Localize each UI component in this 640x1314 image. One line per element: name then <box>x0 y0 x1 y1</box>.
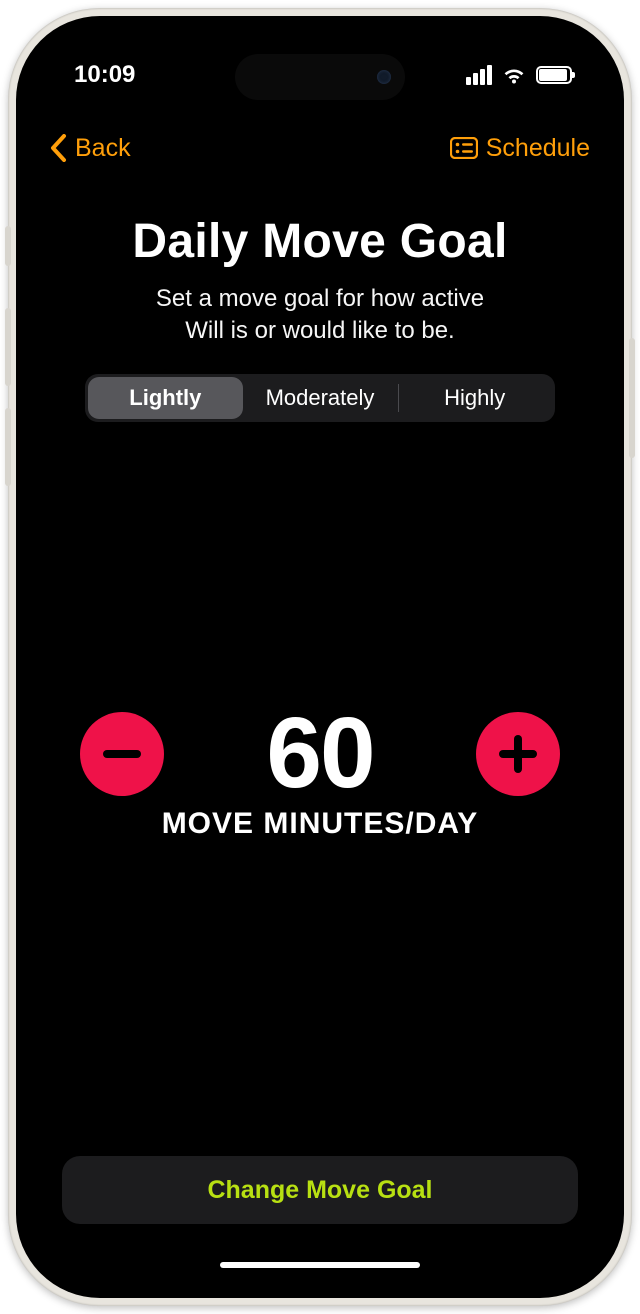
power-button <box>629 338 635 458</box>
change-move-goal-button[interactable]: Change Move Goal <box>62 1156 578 1224</box>
screen: 10:09 Back <box>32 32 608 1282</box>
side-button <box>5 226 11 266</box>
segment-highly[interactable]: Highly <box>397 377 552 419</box>
schedule-icon <box>450 137 478 159</box>
status-time: 10:09 <box>74 61 135 89</box>
plus-icon <box>499 735 537 773</box>
nav-bar: Back Schedule <box>32 122 608 174</box>
cta-label: Change Move Goal <box>207 1176 432 1205</box>
status-indicators <box>466 65 572 85</box>
schedule-button[interactable]: Schedule <box>450 134 590 163</box>
cellular-icon <box>466 65 492 85</box>
volume-up-button <box>5 308 11 386</box>
segment-moderately[interactable]: Moderately <box>243 377 398 419</box>
page-subtitle: Set a move goal for how active Will is o… <box>62 283 578 348</box>
bezel: 10:09 Back <box>16 16 624 1298</box>
battery-icon <box>536 66 572 84</box>
increase-button[interactable] <box>476 712 560 796</box>
home-indicator[interactable] <box>220 1262 420 1268</box>
schedule-label: Schedule <box>486 134 590 163</box>
activity-segmented-control[interactable]: Lightly Moderately Highly <box>85 374 555 422</box>
dynamic-island <box>235 54 405 100</box>
decrease-button[interactable] <box>80 712 164 796</box>
volume-down-button <box>5 408 11 486</box>
goal-value: 60 <box>266 696 373 811</box>
goal-unit: MOVE MINUTES/DAY <box>162 807 479 841</box>
page-title: Daily Move Goal <box>62 214 578 269</box>
camera-dot <box>377 70 391 84</box>
subtitle-line-1: Set a move goal for how active <box>156 285 484 312</box>
wifi-icon <box>501 65 527 85</box>
goal-stepper: 60 MOVE MINUTES/DAY <box>62 382 578 1156</box>
minus-icon <box>103 750 141 758</box>
segment-label: Moderately <box>266 385 375 411</box>
segment-label: Lightly <box>129 385 201 411</box>
back-button[interactable]: Back <box>50 134 131 163</box>
subtitle-line-2: Will is or would like to be. <box>185 317 454 344</box>
back-label: Back <box>75 134 131 163</box>
phone-frame: 10:09 Back <box>8 8 632 1306</box>
segment-lightly[interactable]: Lightly <box>88 377 243 419</box>
chevron-left-icon <box>50 134 67 162</box>
content: Daily Move Goal Set a move goal for how … <box>32 174 608 1282</box>
segment-label: Highly <box>444 385 505 411</box>
